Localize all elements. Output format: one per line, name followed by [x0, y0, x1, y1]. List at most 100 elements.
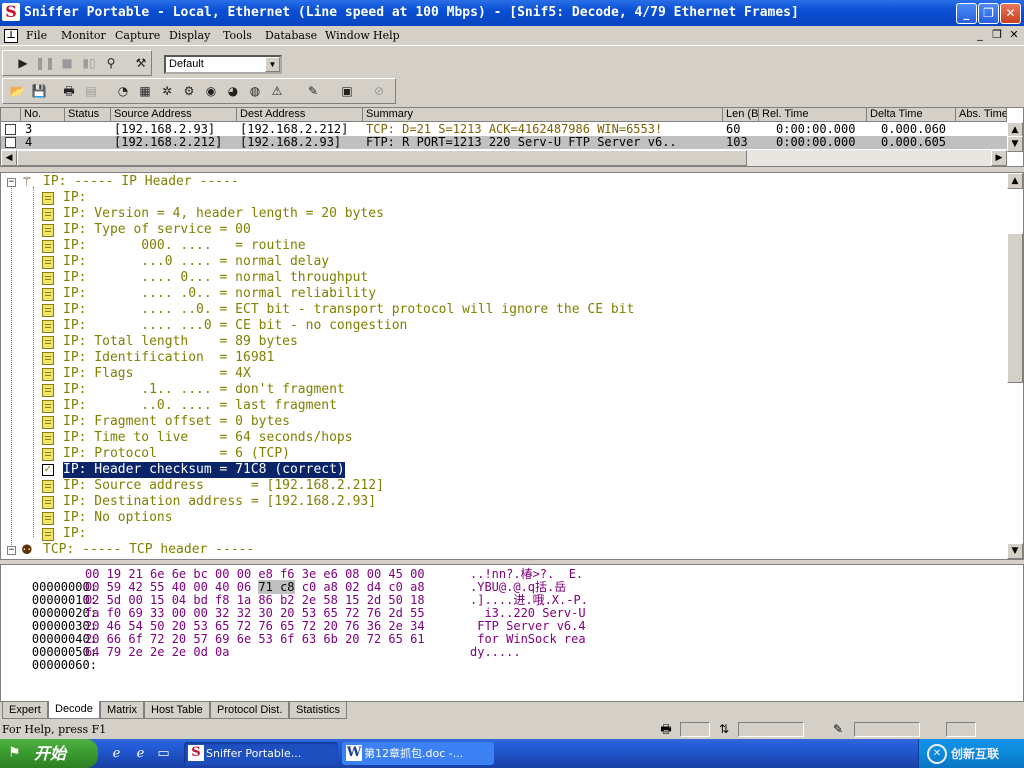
- menu-file[interactable]: File: [26, 29, 47, 42]
- tree-field-node[interactable]: IP: Identification = 16981: [1, 350, 1007, 366]
- mdi-close-button[interactable]: ✕: [1006, 28, 1022, 42]
- tab-statistics[interactable]: Statistics: [289, 702, 348, 719]
- cancel-icon[interactable]: ⊘: [369, 81, 389, 101]
- tree-field-node[interactable]: IP: .... ..0. = ECT bit - transport prot…: [1, 302, 1007, 318]
- tab-decode[interactable]: Decode: [48, 701, 100, 719]
- tree-field-node[interactable]: IP:: [1, 526, 1007, 542]
- menu-database[interactable]: Database: [265, 29, 317, 42]
- column-abs-time[interactable]: Abs. Time: [956, 108, 1007, 122]
- column-status[interactable]: Status: [65, 108, 111, 122]
- column-no[interactable]: No.: [21, 108, 65, 122]
- decode-vscroll-thumb[interactable]: [1007, 233, 1023, 383]
- menu-window[interactable]: Window: [325, 29, 370, 42]
- column-rel-time[interactable]: Rel. Time: [759, 108, 867, 122]
- document-menu-icon[interactable]: ⊥: [4, 29, 18, 43]
- tree-field-node[interactable]: IP: Total length = 89 bytes: [1, 334, 1007, 350]
- tree-field-node[interactable]: IP: Type of service = 00: [1, 222, 1007, 238]
- menu-help[interactable]: Help: [373, 29, 400, 42]
- row-checkbox[interactable]: [5, 137, 16, 148]
- task-sniffer[interactable]: S Sniffer Portable...: [184, 742, 338, 765]
- print-icon[interactable]: 🖶: [59, 81, 79, 101]
- sniffer-app-icon[interactable]: S: [2, 3, 20, 21]
- tool-icon[interactable]: ✎: [303, 81, 323, 101]
- open-folder-icon[interactable]: 📂: [7, 81, 27, 101]
- tree-field-node[interactable]: IP: ..0. .... = last fragment: [1, 398, 1007, 414]
- start-capture-icon[interactable]: ▶: [13, 53, 33, 73]
- menu-monitor[interactable]: Monitor: [61, 29, 106, 42]
- profile-select[interactable]: Default ▼: [164, 55, 282, 74]
- start-button[interactable]: ⚑ 开始: [0, 739, 98, 768]
- column-dest-address[interactable]: Dest Address: [237, 108, 363, 122]
- table-row[interactable]: 4 [192.168.2.212] [192.168.2.93] FTP: R …: [1, 136, 1007, 149]
- tree-field-node[interactable]: IP:: [1, 190, 1007, 206]
- tab-protocol-dist[interactable]: Protocol Dist.: [210, 702, 290, 719]
- menu-display[interactable]: Display: [169, 29, 210, 42]
- scroll-right-icon[interactable]: ▶: [991, 150, 1007, 166]
- menu-capture[interactable]: Capture: [115, 29, 160, 42]
- chevron-down-icon[interactable]: ▼: [265, 57, 280, 72]
- table-row[interactable]: 3 [192.168.2.93] [192.168.2.212] TCP: D=…: [1, 123, 1007, 136]
- binoculars-icon[interactable]: ⚲: [101, 53, 121, 73]
- tree-field-node[interactable]: IP: No options: [1, 510, 1007, 526]
- define-filter-icon[interactable]: ⚒: [131, 53, 151, 73]
- show-desktop-icon[interactable]: ▭: [155, 745, 172, 762]
- address-book-icon[interactable]: ▣: [337, 81, 357, 101]
- stop-capture-icon[interactable]: ■: [57, 53, 77, 73]
- packet-list-hscrollbar[interactable]: ◀ ▶: [1, 150, 1007, 166]
- ie-browser-icon[interactable]: ℯ: [108, 745, 125, 762]
- decode-scroll-up-icon[interactable]: ▲: [1007, 173, 1023, 189]
- hscroll-thumb[interactable]: [17, 150, 747, 166]
- column-summary[interactable]: Summary: [363, 108, 723, 122]
- tree-field-node[interactable]: IP: Time to live = 64 seconds/hops: [1, 430, 1007, 446]
- minimize-button[interactable]: _: [956, 3, 977, 24]
- column-select[interactable]: [1, 108, 21, 122]
- tree-field-node[interactable]: IP: Fragment offset = 0 bytes: [1, 414, 1007, 430]
- collapse-icon[interactable]: −: [7, 178, 16, 187]
- tab-host-table[interactable]: Host Table: [144, 702, 210, 719]
- host-table-icon[interactable]: ▦: [135, 81, 155, 101]
- tree-header-node[interactable]: − ⚉ TCP: ----- TCP header -----: [1, 542, 1007, 558]
- tree-field-node[interactable]: IP: Destination address = [192.168.2.93]: [1, 494, 1007, 510]
- decode-tree[interactable]: − ⚚ IP: ----- IP Header ----- IP: IP: Versio…: [0, 172, 1024, 560]
- dashboard-icon[interactable]: ◔: [113, 81, 133, 101]
- pause-capture-icon[interactable]: ❚❚: [35, 53, 55, 73]
- ie-icon[interactable]: ℯ: [132, 745, 149, 762]
- decode-scroll-down-icon[interactable]: ▼: [1007, 543, 1023, 559]
- history-samples-icon[interactable]: ◉: [201, 81, 221, 101]
- stop-and-display-icon[interactable]: ▮▯: [79, 53, 99, 73]
- tree-header-node[interactable]: − ⚚ IP: ----- IP Header -----: [1, 174, 1007, 190]
- tree-field-node[interactable]: IP: 000. .... = routine: [1, 238, 1007, 254]
- column-length[interactable]: Len (B: [723, 108, 759, 122]
- row-checkbox[interactable]: [5, 124, 16, 135]
- tree-field-node[interactable]: IP: Source address = [192.168.2.212]: [1, 478, 1007, 494]
- packet-list[interactable]: No. Status Source Address Dest Address S…: [0, 107, 1024, 167]
- tree-field-node[interactable]: IP: .... ...0 = CE bit - no congestion: [1, 318, 1007, 334]
- column-delta-time[interactable]: Delta Time: [867, 108, 956, 122]
- tab-matrix[interactable]: Matrix: [100, 702, 144, 719]
- tab-expert[interactable]: Expert: [2, 702, 48, 719]
- matrix-icon[interactable]: ✲: [157, 81, 177, 101]
- collapse-icon[interactable]: −: [7, 546, 16, 555]
- tree-field-node[interactable]: IP: .... 0... = normal throughput: [1, 270, 1007, 286]
- list-scroll-down-icon[interactable]: ▼: [1007, 136, 1023, 152]
- menu-tools[interactable]: Tools: [223, 29, 252, 42]
- tree-field-node[interactable]: ✓ IP: Header checksum = 71C8 (correct): [1, 461, 1007, 479]
- close-button[interactable]: ✕: [1000, 3, 1021, 24]
- global-statistics-icon[interactable]: ◍: [245, 81, 265, 101]
- maximize-button[interactable]: ❐: [978, 3, 999, 24]
- task-word-doc[interactable]: W 第12章抓包.doc -...: [342, 742, 494, 765]
- tree-field-node[interactable]: IP: .... .0.. = normal reliability: [1, 286, 1007, 302]
- mdi-restore-button[interactable]: ❐: [989, 28, 1005, 42]
- tree-field-node[interactable]: IP: ...0 .... = normal delay: [1, 254, 1007, 270]
- tree-field-node[interactable]: IP: Protocol = 6 (TCP): [1, 446, 1007, 462]
- tree-field-node[interactable]: IP: Flags = 4X: [1, 366, 1007, 382]
- mdi-minimize-button[interactable]: _: [972, 28, 988, 42]
- protocol-distribution-icon[interactable]: ◕: [223, 81, 243, 101]
- application-response-icon[interactable]: ⚙: [179, 81, 199, 101]
- column-source-address[interactable]: Source Address: [111, 108, 237, 122]
- hex-pane[interactable]: 00000000: 00 19 21 6e 6e bc 00 00 e8 f6 …: [0, 564, 1024, 702]
- title-bar[interactable]: S Sniffer Portable - Local, Ethernet (Li…: [0, 0, 1024, 26]
- scroll-left-icon[interactable]: ◀: [1, 150, 17, 166]
- save-icon[interactable]: 💾: [29, 81, 49, 101]
- tree-field-node[interactable]: IP: .1.. .... = don't fragment: [1, 382, 1007, 398]
